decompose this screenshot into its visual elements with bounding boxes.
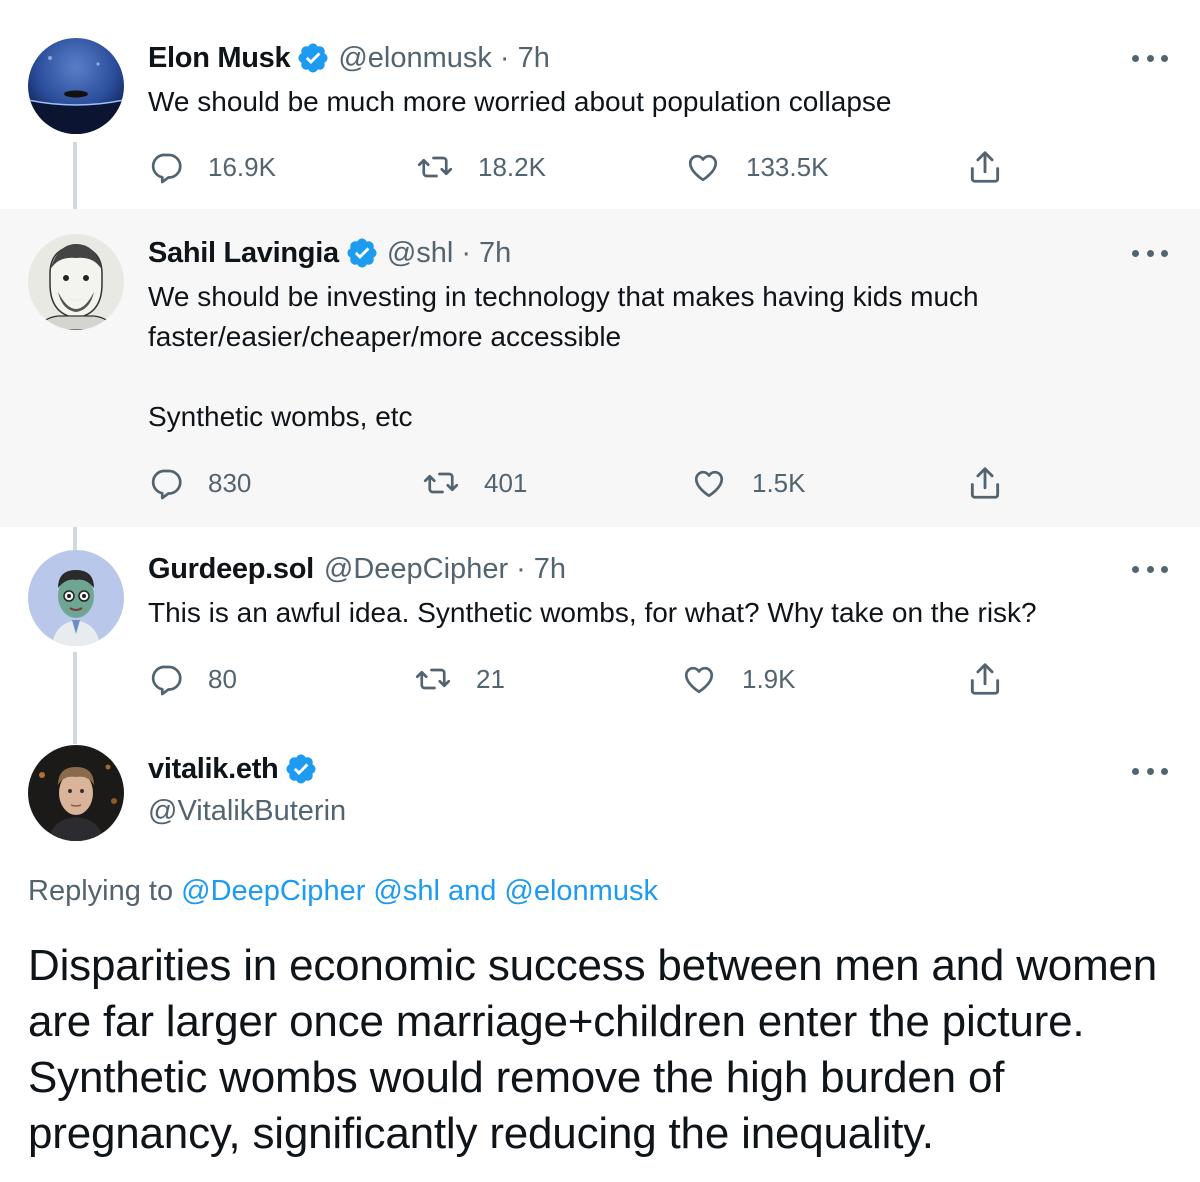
- display-name[interactable]: Gurdeep.sol: [148, 553, 314, 586]
- timestamp[interactable]: 7h: [534, 553, 566, 586]
- retweet-icon: [417, 156, 453, 178]
- share-button[interactable]: [966, 659, 1028, 699]
- separator: ·: [499, 41, 510, 74]
- like-count: 1.9K: [742, 663, 796, 694]
- tweet-sahil[interactable]: Sahil Lavingia @shl · 7h We should be in…: [0, 209, 1200, 527]
- retweet-icon: [423, 472, 459, 494]
- retweet-icon: [415, 668, 451, 690]
- handle[interactable]: @VitalikButerin: [148, 795, 346, 828]
- tweet-header: vitalik.eth: [148, 749, 326, 789]
- share-icon: [970, 151, 1000, 183]
- display-name[interactable]: Sahil Lavingia: [148, 237, 339, 270]
- separator: ·: [461, 236, 471, 269]
- tweet-elon[interactable]: Elon Musk @elonmusk · 7h We should be mu…: [0, 0, 1200, 209]
- main-tweet-text: Disparities in economic success between …: [28, 941, 1158, 1158]
- heart-icon: [694, 470, 724, 498]
- more-icon[interactable]: [1132, 765, 1168, 777]
- action-bar: 830 401 1.5K: [148, 463, 1028, 503]
- tweet-gurdeep[interactable]: Gurdeep.sol @DeepCipher · 7h This is an …: [0, 527, 1200, 727]
- reply-button[interactable]: 16.9K: [148, 147, 276, 187]
- reply-icon: [151, 665, 182, 696]
- avatar[interactable]: [28, 38, 124, 134]
- tweet-header: Elon Musk @elonmusk · 7h: [148, 38, 550, 78]
- verified-badge-icon: [284, 752, 318, 786]
- timestamp[interactable]: 7h: [518, 42, 550, 75]
- action-bar: 16.9K 18.2K 133.5K: [148, 147, 1028, 187]
- handle[interactable]: @DeepCipher: [324, 553, 508, 586]
- tweet-header: Sahil Lavingia @shl · 7h: [148, 233, 511, 273]
- more-icon[interactable]: [1132, 52, 1168, 64]
- retweet-button[interactable]: 21: [414, 659, 505, 699]
- avatar[interactable]: [28, 234, 124, 330]
- reply-count: 80: [208, 663, 237, 694]
- action-bar: 80 21 1.9K: [148, 659, 1028, 699]
- share-button[interactable]: [966, 147, 1028, 187]
- tweet-text: We should be investing in technology tha…: [148, 281, 979, 432]
- replying-prefix: Replying to: [28, 875, 174, 907]
- separator: ·: [516, 552, 526, 585]
- reply-count: 16.9K: [208, 151, 276, 182]
- retweet-count: 18.2K: [478, 151, 546, 182]
- heart-icon: [688, 154, 718, 182]
- avatar[interactable]: [28, 550, 124, 646]
- handle[interactable]: @elonmusk: [338, 42, 492, 75]
- handle[interactable]: @shl: [387, 237, 454, 270]
- like-count: 133.5K: [746, 151, 829, 182]
- retweet-button[interactable]: 401: [422, 463, 527, 503]
- verified-badge-icon: [345, 236, 379, 270]
- reply-icon: [151, 469, 182, 500]
- tweet-text: We should be much more worried about pop…: [148, 86, 892, 117]
- replying-to: Replying to @DeepCipher @shl and @elonmu…: [28, 875, 658, 908]
- reply-icon: [151, 153, 182, 184]
- avatar[interactable]: [28, 745, 124, 841]
- retweet-count: 401: [484, 467, 528, 498]
- more-icon[interactable]: [1132, 563, 1168, 575]
- retweet-count: 21: [476, 663, 505, 694]
- like-count: 1.5K: [752, 467, 806, 498]
- like-button[interactable]: 133.5K: [684, 147, 828, 187]
- reply-count: 830: [208, 467, 252, 498]
- replying-to-links[interactable]: @DeepCipher @shl and @elonmusk: [181, 875, 658, 907]
- tweet-header: Gurdeep.sol @DeepCipher · 7h: [148, 549, 566, 589]
- share-button[interactable]: [966, 463, 1028, 503]
- share-icon: [970, 467, 1000, 499]
- reply-button[interactable]: 80: [148, 659, 237, 699]
- verified-badge-icon: [296, 41, 330, 75]
- retweet-button[interactable]: 18.2K: [416, 147, 546, 187]
- tweet-handle-row: @VitalikButerin: [148, 791, 346, 831]
- like-button[interactable]: 1.5K: [690, 463, 806, 503]
- heart-icon: [684, 666, 714, 694]
- like-button[interactable]: 1.9K: [680, 659, 796, 699]
- share-icon: [970, 663, 1000, 695]
- display-name[interactable]: vitalik.eth: [148, 753, 279, 786]
- more-icon[interactable]: [1132, 247, 1168, 259]
- timestamp[interactable]: 7h: [479, 237, 511, 270]
- display-name[interactable]: Elon Musk: [148, 42, 291, 75]
- reply-button[interactable]: 830: [148, 463, 251, 503]
- tweet-text: This is an awful idea. Synthetic wombs, …: [148, 597, 1037, 628]
